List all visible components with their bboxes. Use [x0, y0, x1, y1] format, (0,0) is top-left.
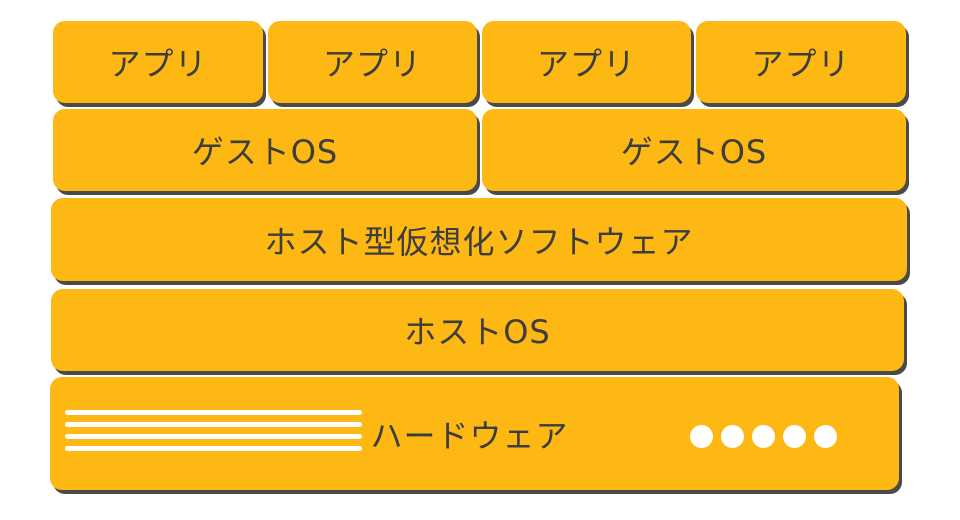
host-virtualization-block: ホスト型仮想化ソフトウェア [51, 198, 907, 281]
app-label: アプリ [536, 45, 636, 83]
guest-os-label: ゲストOS [191, 133, 339, 171]
dot-icon [752, 425, 775, 448]
dot-icon [783, 425, 806, 448]
app-label: アプリ [108, 45, 208, 83]
app-block-1: アプリ [53, 21, 263, 103]
stripe-line [65, 422, 362, 427]
guest-os-block-2: ゲストOS [482, 109, 906, 191]
app-block-2: アプリ [268, 21, 477, 103]
app-label: アプリ [751, 45, 851, 83]
app-label: アプリ [322, 45, 422, 83]
host-os-label: ホストOS [404, 313, 551, 351]
dot-icon [721, 425, 744, 448]
dot-icon [690, 425, 713, 448]
guest-os-block-1: ゲストOS [53, 109, 477, 191]
hardware-label: ハードウェア [370, 416, 569, 455]
host-virtualization-label: ホスト型仮想化ソフトウェア [264, 222, 694, 261]
dot-icon [814, 425, 837, 448]
hardware-block: ハードウェア [50, 377, 899, 490]
stripes-ornament [65, 410, 362, 458]
stripe-line [65, 434, 362, 439]
dots-ornament [690, 425, 837, 448]
host-os-block: ホストOS [51, 289, 904, 371]
guest-os-label: ゲストOS [620, 133, 768, 171]
stripe-line [65, 410, 362, 415]
app-block-3: アプリ [482, 21, 691, 103]
stripe-line [65, 446, 362, 451]
app-block-4: アプリ [696, 21, 906, 103]
